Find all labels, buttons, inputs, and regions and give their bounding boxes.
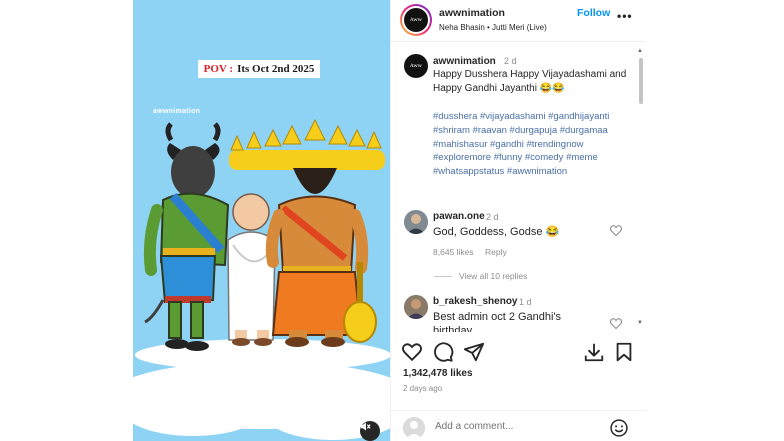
comment-username[interactable]: pawan.one bbox=[433, 211, 485, 222]
bookmark-icon[interactable] bbox=[613, 341, 635, 363]
comment-like-heart-icon[interactable] bbox=[610, 318, 622, 329]
view-replies-button[interactable]: View all 10 replies bbox=[459, 271, 527, 281]
pov-banner: POV : Its Oct 2nd 2025 bbox=[198, 60, 320, 78]
character-gandhi bbox=[227, 193, 276, 346]
comment-username[interactable]: b_rakesh_shenoy bbox=[433, 296, 518, 307]
media-watermark: awwnimation bbox=[153, 108, 201, 115]
follow-button[interactable]: Follow bbox=[577, 7, 610, 19]
character-mahishasur bbox=[143, 122, 230, 351]
comment-time: 1 d bbox=[519, 297, 532, 307]
post-like-count[interactable]: 1,342,478 likes bbox=[403, 368, 473, 379]
current-user-avatar bbox=[403, 417, 425, 439]
comment-likes[interactable]: 8,645 likes bbox=[433, 247, 474, 257]
scroll-down-arrow-icon[interactable]: ▼ bbox=[637, 320, 643, 326]
comment-text: God, Goddess, Godse 😂 bbox=[433, 226, 560, 238]
backdrop-left bbox=[0, 0, 133, 441]
scroll-up-arrow-icon[interactable]: ▲ bbox=[637, 48, 643, 54]
author-avatar-text: Aww bbox=[404, 8, 428, 32]
emoji-picker-icon[interactable] bbox=[609, 418, 629, 438]
instagram-post-viewer: POV : Its Oct 2nd 2025 awwnimation Aww a… bbox=[0, 0, 784, 441]
comment-avatar[interactable] bbox=[404, 210, 428, 234]
download-icon[interactable] bbox=[583, 341, 605, 363]
pov-label: POV : bbox=[203, 63, 234, 75]
heart-icon[interactable] bbox=[401, 341, 423, 363]
post-header: Aww awwnimation Follow ••• Neha Bhasin •… bbox=[391, 0, 647, 42]
comments-scrollbar[interactable] bbox=[639, 58, 643, 104]
comment-text: Best admin oct 2 Gandhi's birthday bbox=[433, 311, 562, 332]
more-options-icon[interactable]: ••• bbox=[617, 9, 633, 23]
add-comment-input[interactable] bbox=[435, 421, 595, 432]
caption-hashtags[interactable]: #dusshera #vijayadashami #gandhijayanti … bbox=[433, 110, 633, 179]
comment-time: 2 d bbox=[486, 212, 499, 222]
caption-avatar[interactable]: Aww bbox=[404, 54, 428, 78]
add-comment-bar bbox=[391, 410, 647, 441]
caption-text: Happy Dusshera Happy Vijayadashami and H… bbox=[433, 69, 627, 94]
comment-like-heart-icon[interactable] bbox=[610, 225, 622, 236]
pov-date: Its Oct 2nd 2025 bbox=[237, 63, 315, 75]
view-replies-divider bbox=[434, 276, 452, 277]
caption-time: 2 d bbox=[504, 56, 517, 66]
post-timestamp: 2 days ago bbox=[403, 384, 443, 393]
audio-track-link[interactable]: Neha Bhasin • Jutti Meri (Live) bbox=[439, 23, 547, 32]
post-details-panel: Aww awwnimation Follow ••• Neha Bhasin •… bbox=[390, 0, 647, 441]
paper-plane-icon[interactable] bbox=[463, 341, 485, 363]
post-actions-bar bbox=[391, 337, 647, 367]
speaker-muted-icon[interactable] bbox=[360, 421, 380, 441]
author-avatar[interactable]: Aww bbox=[400, 4, 432, 36]
author-username[interactable]: awwnimation bbox=[439, 7, 505, 19]
backdrop-right bbox=[646, 0, 784, 441]
post-media[interactable]: POV : Its Oct 2nd 2025 awwnimation bbox=[133, 0, 390, 441]
comment-avatar[interactable] bbox=[404, 295, 428, 319]
comment-bubble-icon[interactable] bbox=[432, 341, 454, 363]
caption-username[interactable]: awwnimation bbox=[433, 56, 496, 67]
comment-reply-button[interactable]: Reply bbox=[485, 247, 507, 257]
